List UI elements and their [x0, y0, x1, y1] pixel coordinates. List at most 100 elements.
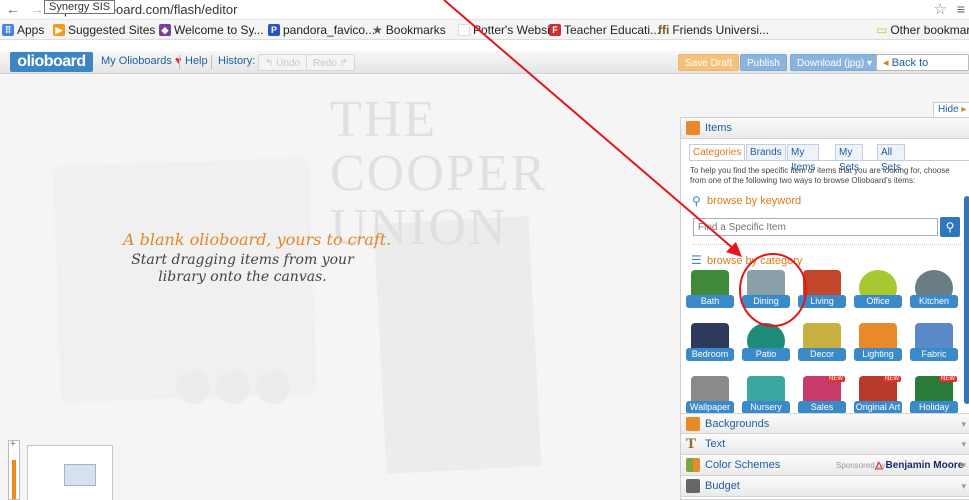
backgrounds-icon — [686, 417, 700, 431]
faded-circle — [216, 370, 250, 404]
help-link[interactable]: Help — [185, 55, 208, 67]
minimap[interactable] — [27, 445, 113, 500]
tab-tooltip: Synergy SIS — [44, 0, 116, 14]
items-chair-icon — [686, 121, 700, 135]
minimap-viewport[interactable] — [64, 464, 96, 486]
toolbar-divider — [211, 55, 212, 69]
tab-my-items[interactable]: My Items — [787, 144, 820, 173]
chevron-right-icon: ▸ — [961, 104, 967, 115]
save-draft-button[interactable]: Save Draft — [678, 54, 740, 71]
panel-scrollbar[interactable] — [964, 196, 969, 404]
bookmark-label: Teacher Educati... — [564, 23, 661, 37]
budget-section-header[interactable]: Budget ▾ — [681, 476, 969, 497]
bookmark-apps[interactable]: ⠿ Apps — [2, 23, 44, 37]
forward-arrow-icon[interactable]: → — [30, 1, 44, 17]
tab-categories[interactable]: Categories — [689, 144, 746, 161]
bookmark-suggested-sites[interactable]: ▶ Suggested Sites — [53, 23, 155, 37]
text-t-icon: T — [686, 436, 697, 452]
category-office[interactable]: Office — [854, 270, 902, 316]
bookmarks-bar: ⠿ Apps ▶ Suggested Sites ◆ Welcome to Sy… — [0, 20, 969, 40]
app-toolbar: olioboard My Olioboards ♥ Help History: … — [0, 51, 969, 86]
redo-icon: ↱ — [339, 58, 349, 69]
bookmark-label: Bookmarks — [385, 23, 446, 37]
address-bar: ← → ps://olioboard.com/flash/editor Syne… — [0, 0, 969, 20]
hide-label: Hide — [938, 104, 959, 115]
category-patio[interactable]: Patio — [742, 323, 790, 369]
category-bath[interactable]: Bath — [686, 270, 734, 316]
star-icon: ★ — [372, 23, 383, 37]
blank-board-title: A blank olioboard, yours to craft. — [123, 230, 392, 249]
browse-by-keyword-title: browse by keyword — [707, 195, 802, 207]
bookmark-welcome[interactable]: ◆ Welcome to Sy... — [159, 23, 264, 37]
new-badge: NEW — [827, 376, 845, 382]
zoom-in-icon[interactable]: + — [10, 439, 16, 450]
bookmark-potters[interactable]: Potter's Website — [458, 23, 560, 37]
category-label: Patio — [742, 348, 790, 361]
zoom-slider[interactable]: + — [8, 439, 20, 500]
tab-my-sets[interactable]: My Sets — [835, 144, 864, 173]
category-decor[interactable]: Decor — [798, 323, 846, 369]
hide-panel-button[interactable]: Hide ▸ — [933, 102, 969, 118]
chevron-down-icon: ▾ — [961, 460, 966, 470]
bookmark-other[interactable]: ▭ Other bookmark — [876, 23, 969, 37]
friends-university-icon: ffi — [658, 23, 670, 37]
chevron-down-icon: ▾ — [961, 481, 966, 491]
items-section-header[interactable]: Items — [681, 118, 969, 139]
bookmark-friends-university[interactable]: ffi Friends Universi... — [658, 23, 769, 37]
bookmark-label: Friends Universi... — [672, 23, 770, 37]
back-arrow-icon[interactable]: ← — [6, 1, 20, 17]
folder-icon: ▭ — [876, 23, 888, 37]
my-olioboards-link[interactable]: My Olioboards ♥ — [101, 55, 182, 67]
olioboard-logo[interactable]: olioboard — [10, 52, 93, 72]
back-to-community-button[interactable]: ◂ Back to Community — [876, 54, 969, 86]
category-label: Bedroom — [686, 348, 734, 361]
chevron-down-icon: ▾ — [961, 419, 966, 429]
category-dining[interactable]: Dining — [742, 270, 790, 316]
blank-board-subtitle: Start dragging items from your library o… — [131, 252, 354, 285]
category-label: Office — [854, 295, 902, 308]
chevron-down-icon: ▾ — [961, 439, 966, 449]
item-search-input[interactable] — [693, 218, 938, 236]
bookmark-pandora[interactable]: P pandora_favico... — [268, 23, 375, 37]
bookmark-bookmarks[interactable]: ★ Bookmarks — [372, 23, 446, 37]
bookmark-teacher-education[interactable]: F Teacher Educati... — [549, 23, 660, 37]
tab-brands[interactable]: Brands — [746, 144, 786, 161]
suggested-sites-icon: ▶ — [53, 24, 65, 36]
category-label: Dining — [742, 295, 790, 308]
download-button[interactable]: Download (jpg) ▾ — [790, 54, 880, 71]
items-title: Items — [705, 122, 732, 134]
category-label: Lighting — [854, 348, 902, 361]
redo-button[interactable]: Redo ↱ — [306, 54, 356, 71]
category-bedroom[interactable]: Bedroom — [686, 323, 734, 369]
category-living[interactable]: Living — [798, 270, 846, 316]
category-lighting[interactable]: Lighting — [854, 323, 902, 369]
tab-all-sets[interactable]: All Sets — [877, 144, 905, 173]
bookmark-label: Welcome to Sy... — [174, 23, 264, 37]
apps-grid-icon: ⠿ — [2, 24, 14, 36]
category-list-icon: ☰ — [691, 253, 702, 267]
publish-button[interactable]: Publish — [740, 54, 787, 71]
redo-label: Redo — [313, 58, 337, 69]
backgrounds-label: Backgrounds — [705, 418, 770, 430]
backgrounds-section-header[interactable]: Backgrounds ▾ — [681, 413, 969, 434]
new-badge: NEW — [939, 376, 957, 382]
faded-circle — [256, 370, 290, 404]
category-fabric[interactable]: Fabric — [910, 323, 958, 369]
benjamin-moore-logo: △ Benjamin Moore — [875, 455, 963, 476]
welcome-site-icon: ◆ — [159, 24, 171, 36]
bookmark-label: Apps — [17, 23, 45, 37]
potters-site-icon — [458, 24, 470, 36]
undo-button[interactable]: ↰ Undo — [258, 54, 308, 71]
new-badge: NEW — [883, 376, 901, 382]
color-schemes-section-header[interactable]: Color Schemes Sponsored by: △ Benjamin M… — [681, 455, 969, 476]
bookmark-star-icon[interactable]: ☆ — [934, 0, 947, 18]
color-schemes-icon — [686, 458, 700, 472]
text-section-header[interactable]: T Text ▾ — [681, 434, 969, 455]
items-panel: Items Categories Brands My Items My Sets… — [680, 117, 969, 500]
menu-icon[interactable]: ≡ — [957, 1, 965, 17]
category-kitchen[interactable]: Kitchen — [910, 270, 958, 316]
tab-divider — [689, 160, 969, 161]
search-button[interactable]: ⚲ — [940, 217, 960, 237]
history-label: History: — [218, 55, 256, 67]
toolbar-divider — [179, 55, 180, 69]
